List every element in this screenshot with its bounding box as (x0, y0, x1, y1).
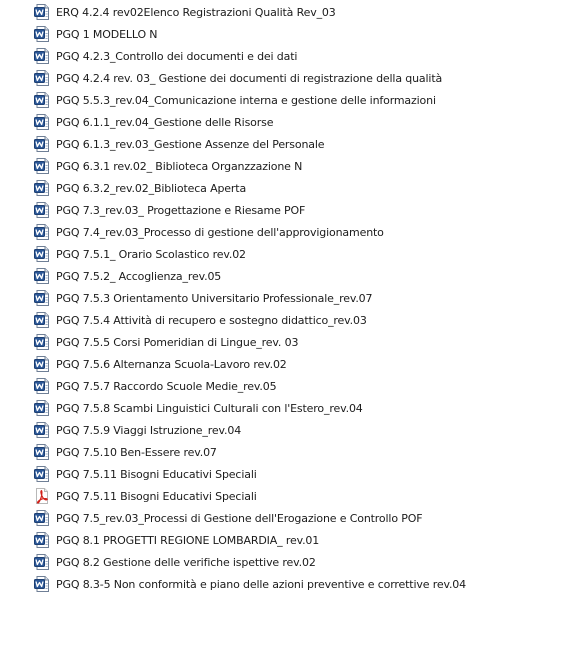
file-name: PGQ 5.5.3_rev.04_Comunicazione interna e… (56, 93, 436, 107)
word-doc-icon (34, 422, 50, 438)
word-doc-icon (34, 70, 50, 86)
file-item[interactable]: PGQ 7.5.10 Ben-Essere rev.07 (0, 441, 565, 463)
file-item[interactable]: PGQ 7.5.11 Bisogni Educativi Speciali (0, 485, 565, 507)
file-item[interactable]: PGQ 7.5.9 Viaggi Istruzione_rev.04 (0, 419, 565, 441)
file-name: PGQ 7.5.9 Viaggi Istruzione_rev.04 (56, 423, 242, 437)
file-name: PGQ 1 MODELLO N (56, 27, 158, 41)
file-item[interactable]: PGQ 7.5.1_ Orario Scolastico rev.02 (0, 243, 565, 265)
word-doc-icon (34, 378, 50, 394)
file-item[interactable]: PGQ 7.5.11 Bisogni Educativi Speciali (0, 463, 565, 485)
file-item[interactable]: PGQ 7.4_rev.03_Processo di gestione dell… (0, 221, 565, 243)
file-item[interactable]: PGQ 8.2 Gestione delle verifiche ispetti… (0, 551, 565, 573)
word-doc-icon (34, 224, 50, 240)
file-item[interactable]: PGQ 7.3_rev.03_ Progettazione e Riesame … (0, 199, 565, 221)
word-doc-icon (34, 400, 50, 416)
file-name: PGQ 6.3.1 rev.02_ Biblioteca Organzzazio… (56, 159, 303, 173)
file-item[interactable]: PGQ 7.5.3 Orientamento Universitario Pro… (0, 287, 565, 309)
file-name: PGQ 7.5.10 Ben-Essere rev.07 (56, 445, 217, 459)
file-name: PGQ 4.2.3_Controllo dei documenti e dei … (56, 49, 298, 63)
word-doc-icon (34, 4, 50, 20)
file-name: PGQ 7.5_rev.03_Processi di Gestione dell… (56, 511, 423, 525)
word-doc-icon (34, 92, 50, 108)
file-name: PGQ 7.5.6 Alternanza Scuola-Lavoro rev.0… (56, 357, 287, 371)
file-name: PGQ 7.5.2_ Accoglienza_rev.05 (56, 269, 222, 283)
word-doc-icon (34, 158, 50, 174)
word-doc-icon (34, 532, 50, 548)
file-name: PGQ 6.1.3_rev.03_Gestione Assenze del Pe… (56, 137, 325, 151)
file-name: PGQ 7.5.5 Corsi Pomeridian di Lingue_rev… (56, 335, 299, 349)
file-name: ERQ 4.2.4 rev02Elenco Registrazioni Qual… (56, 5, 336, 19)
word-doc-icon (34, 202, 50, 218)
file-item[interactable]: PGQ 7.5.4 Attività di recupero e sostegn… (0, 309, 565, 331)
word-doc-icon (34, 576, 50, 592)
word-doc-icon (34, 444, 50, 460)
file-item[interactable]: PGQ 4.2.3_Controllo dei documenti e dei … (0, 45, 565, 67)
word-doc-icon (34, 356, 50, 372)
file-item[interactable]: PGQ 8.1 PROGETTI REGIONE LOMBARDIA_ rev.… (0, 529, 565, 551)
file-item[interactable]: PGQ 7.5.7 Raccordo Scuole Medie_rev.05 (0, 375, 565, 397)
word-doc-icon (34, 312, 50, 328)
file-name: PGQ 7.5.3 Orientamento Universitario Pro… (56, 291, 373, 305)
file-name: PGQ 7.5.11 Bisogni Educativi Speciali (56, 467, 257, 481)
file-name: PGQ 7.4_rev.03_Processo di gestione dell… (56, 225, 384, 239)
file-name: PGQ 8.3-5 Non conformità e piano delle a… (56, 577, 466, 591)
file-item[interactable]: PGQ 6.1.3_rev.03_Gestione Assenze del Pe… (0, 133, 565, 155)
file-item[interactable]: ERQ 4.2.4 rev02Elenco Registrazioni Qual… (0, 1, 565, 23)
file-name: PGQ 7.3_rev.03_ Progettazione e Riesame … (56, 203, 306, 217)
word-doc-icon (34, 466, 50, 482)
file-name: PGQ 6.3.2_rev.02_Biblioteca Aperta (56, 181, 247, 195)
word-doc-icon (34, 268, 50, 284)
word-doc-icon (34, 510, 50, 526)
word-doc-icon (34, 246, 50, 262)
file-item[interactable]: PGQ 7.5.8 Scambi Linguistici Culturali c… (0, 397, 565, 419)
word-doc-icon (34, 554, 50, 570)
file-list: ERQ 4.2.4 rev02Elenco Registrazioni Qual… (0, 0, 565, 595)
word-doc-icon (34, 180, 50, 196)
file-item[interactable]: PGQ 5.5.3_rev.04_Comunicazione interna e… (0, 89, 565, 111)
file-item[interactable]: PGQ 7.5.6 Alternanza Scuola-Lavoro rev.0… (0, 353, 565, 375)
word-doc-icon (34, 334, 50, 350)
file-name: PGQ 7.5.11 Bisogni Educativi Speciali (56, 489, 257, 503)
word-doc-icon (34, 136, 50, 152)
file-item[interactable]: PGQ 1 MODELLO N (0, 23, 565, 45)
file-name: PGQ 8.2 Gestione delle verifiche ispetti… (56, 555, 316, 569)
file-name: PGQ 7.5.4 Attività di recupero e sostegn… (56, 313, 367, 327)
file-name: PGQ 4.2.4 rev. 03_ Gestione dei document… (56, 71, 443, 85)
file-name: PGQ 7.5.1_ Orario Scolastico rev.02 (56, 247, 246, 261)
file-item[interactable]: PGQ 8.3-5 Non conformità e piano delle a… (0, 573, 565, 595)
file-item[interactable]: PGQ 6.3.1 rev.02_ Biblioteca Organzzazio… (0, 155, 565, 177)
file-item[interactable]: PGQ 4.2.4 rev. 03_ Gestione dei document… (0, 67, 565, 89)
word-doc-icon (34, 290, 50, 306)
word-doc-icon (34, 26, 50, 42)
file-name: PGQ 7.5.8 Scambi Linguistici Culturali c… (56, 401, 363, 415)
file-name: PGQ 6.1.1_rev.04_Gestione delle Risorse (56, 115, 274, 129)
pdf-doc-icon (34, 488, 50, 504)
file-name: PGQ 8.1 PROGETTI REGIONE LOMBARDIA_ rev.… (56, 533, 320, 547)
file-name: PGQ 7.5.7 Raccordo Scuole Medie_rev.05 (56, 379, 277, 393)
word-doc-icon (34, 48, 50, 64)
word-doc-icon (34, 114, 50, 130)
file-item[interactable]: PGQ 6.1.1_rev.04_Gestione delle Risorse (0, 111, 565, 133)
file-item[interactable]: PGQ 7.5_rev.03_Processi di Gestione dell… (0, 507, 565, 529)
file-item[interactable]: PGQ 7.5.5 Corsi Pomeridian di Lingue_rev… (0, 331, 565, 353)
file-item[interactable]: PGQ 7.5.2_ Accoglienza_rev.05 (0, 265, 565, 287)
file-item[interactable]: PGQ 6.3.2_rev.02_Biblioteca Aperta (0, 177, 565, 199)
